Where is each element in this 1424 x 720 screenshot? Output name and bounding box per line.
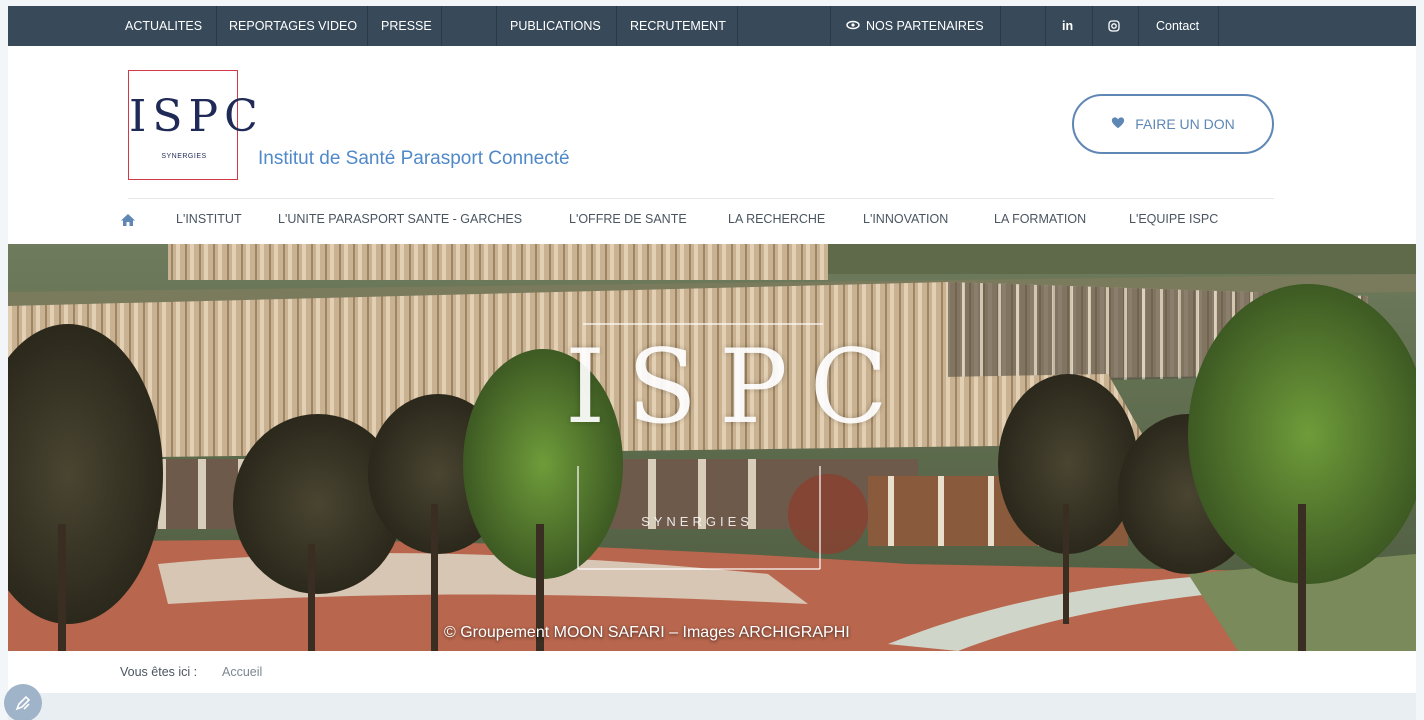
topbar-separator	[367, 6, 368, 46]
page: ACTUALITES REPORTAGES VIDEO PRESSE PUBLI…	[0, 0, 1424, 720]
topbar-link-label: NOS PARTENAIRES	[866, 19, 984, 33]
nav-item-institut[interactable]: L'INSTITUT	[176, 212, 242, 226]
topbar-link-publications[interactable]: PUBLICATIONS	[510, 6, 601, 46]
nav-item-formation[interactable]: LA FORMATION	[994, 212, 1086, 226]
top-bar: ACTUALITES REPORTAGES VIDEO PRESSE PUBLI…	[8, 6, 1416, 46]
topbar-separator	[1045, 6, 1046, 46]
linkedin-icon[interactable]: in	[1062, 6, 1073, 46]
donate-button[interactable]: FAIRE UN DON	[1072, 94, 1274, 154]
nav-item-innovation[interactable]: L'INNOVATION	[863, 212, 948, 226]
hero-logo-text: ISPC	[565, 328, 910, 447]
nav-item-unite-parasport[interactable]: L'UNITE PARASPORT SANTE - GARCHES	[278, 212, 522, 226]
topbar-separator	[616, 6, 617, 46]
nav-item-offre-de-sante[interactable]: L'OFFRE DE SANTE	[569, 212, 687, 226]
breadcrumb-label: Vous êtes ici :	[120, 665, 198, 679]
site-header: ISPC SYNERGIES Institut de Santé Paraspo…	[8, 46, 1416, 244]
nav-item-equipe-ispc[interactable]: L'EQUIPE ISPC	[1129, 212, 1218, 226]
heart-icon	[1111, 116, 1125, 133]
topbar-separator	[737, 6, 738, 46]
topbar-link-recrutement[interactable]: RECRUTEMENT	[630, 6, 726, 46]
image-credit: © Groupement MOON SAFARI – Images ARCHIG…	[444, 624, 850, 641]
topbar-separator	[441, 6, 442, 46]
topbar-separator	[1218, 6, 1219, 46]
topbar-separator	[1092, 6, 1093, 46]
donate-label: FAIRE UN DON	[1135, 116, 1235, 132]
logo-text: ISPC	[129, 91, 264, 142]
topbar-separator	[1000, 6, 1001, 46]
breadcrumb-link-home[interactable]: Accueil	[222, 665, 262, 679]
logo-subtitle: SYNERGIES	[161, 153, 207, 160]
handshake-icon	[846, 6, 860, 46]
home-icon[interactable]	[120, 212, 136, 228]
topbar-separator	[496, 6, 497, 46]
topbar-separator	[1138, 6, 1139, 46]
topbar-link-presse[interactable]: PRESSE	[381, 6, 432, 46]
topbar-link-reportages-video[interactable]: REPORTAGES VIDEO	[229, 6, 357, 46]
site-title: Institut de Santé Parasport Connecté	[258, 148, 570, 169]
nav-item-recherche[interactable]: LA RECHERCHE	[728, 212, 825, 226]
main-navigation: L'INSTITUT L'UNITE PARASPORT SANTE - GAR…	[8, 198, 1416, 244]
instagram-icon[interactable]	[1108, 6, 1120, 46]
hero-logo-subtitle: SYNERGIES	[641, 514, 753, 529]
site-logo[interactable]: ISPC SYNERGIES	[128, 70, 264, 180]
topbar-separator	[830, 6, 831, 46]
edit-pencil-icon[interactable]	[4, 684, 42, 720]
topbar-separator	[216, 6, 217, 46]
content-strip	[8, 693, 1416, 720]
breadcrumb: Vous êtes ici : Accueil	[8, 651, 1416, 693]
topbar-link-nos-partenaires[interactable]: NOS PARTENAIRES	[846, 6, 984, 46]
hero-image	[8, 244, 1416, 651]
topbar-link-contact[interactable]: Contact	[1156, 6, 1199, 46]
hero-banner	[8, 244, 1416, 651]
topbar-link-actualites[interactable]: ACTUALITES	[125, 6, 202, 46]
